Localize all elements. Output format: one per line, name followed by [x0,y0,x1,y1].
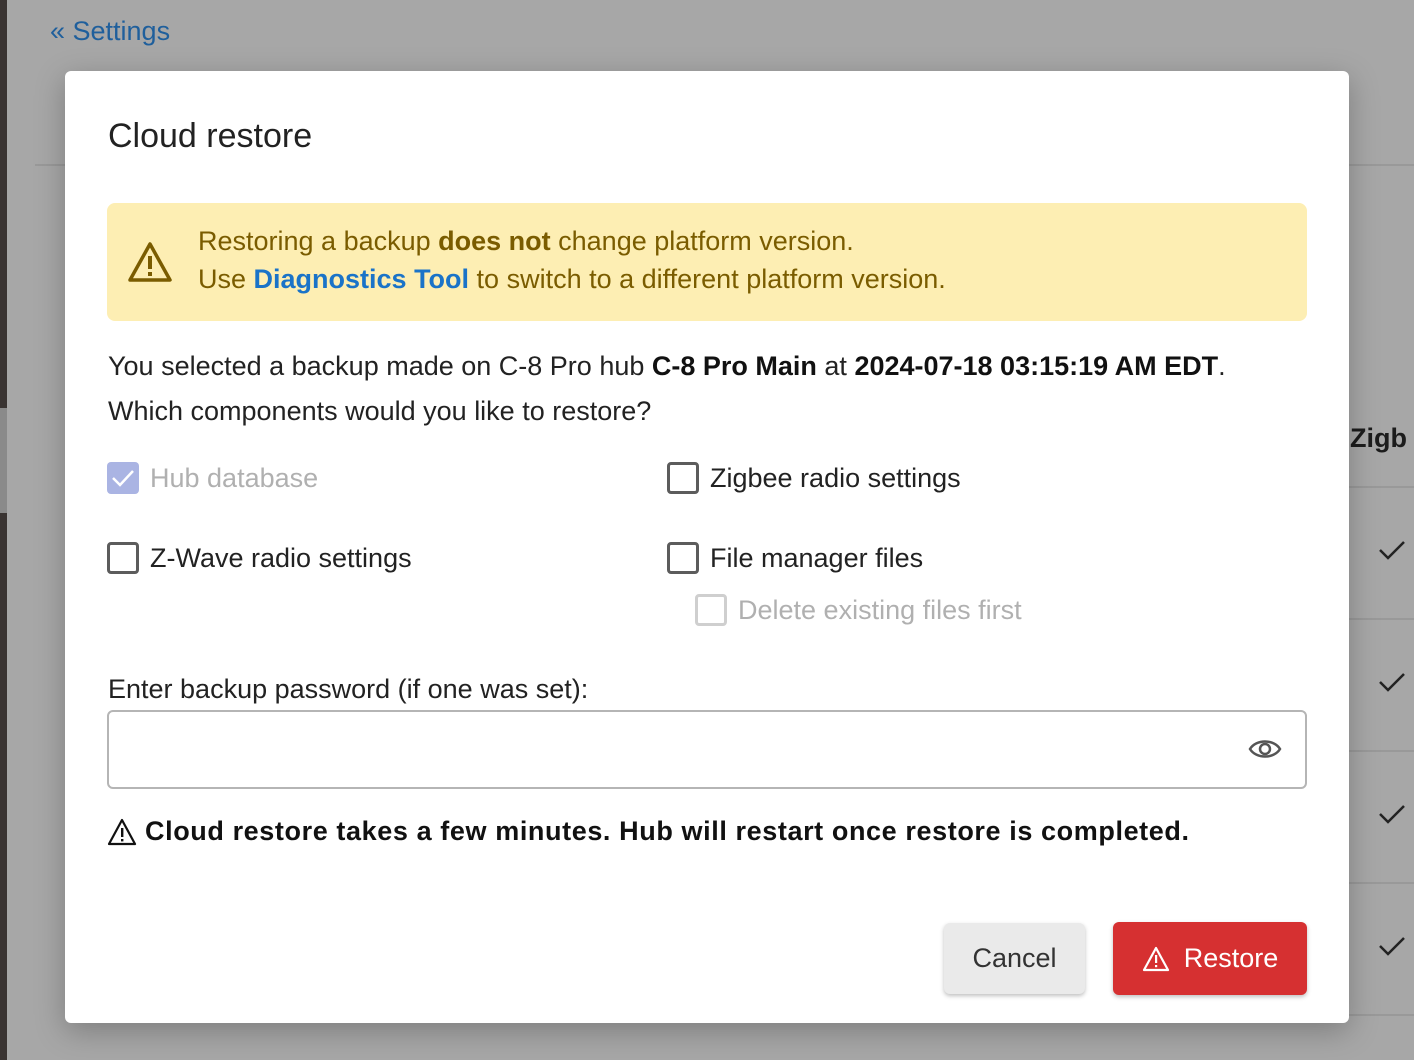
background-row-divider [1349,1014,1414,1016]
hub-name: C-8 Pro Main [651,351,817,381]
option-hub-database: Hub database [107,462,318,494]
zigbee-checkbox[interactable] [667,462,699,494]
background-row-divider [1349,750,1414,752]
background-left-strip [0,0,7,1060]
restore-button[interactable]: Restore [1113,922,1307,995]
back-to-settings-link[interactable]: « Settings [50,16,170,47]
warning-triangle-icon [107,818,137,845]
dialog-title: Cloud restore [108,117,313,155]
zwave-label[interactable]: Z-Wave radio settings [150,543,412,574]
cancel-button[interactable]: Cancel [944,923,1085,994]
backup-timestamp: 2024-07-18 03:15:19 AM EDT [854,351,1219,381]
password-label: Enter backup password (if one was set): [108,674,589,704]
check-icon [1379,805,1405,824]
hub-database-checkbox [107,462,139,494]
background-column-header: Zigb [1350,423,1407,453]
option-zigbee[interactable]: Zigbee radio settings [667,462,961,494]
check-icon [1379,541,1405,560]
file-manager-label[interactable]: File manager files [710,543,923,574]
file-manager-checkbox[interactable] [667,542,699,574]
restart-notice: Cloud restore takes a few minutes. Hub w… [107,816,1190,847]
diagnostics-tool-link[interactable]: Diagnostics Tool [254,264,470,294]
show-password-eye-icon[interactable] [1248,735,1282,763]
restore-question: Which components would you like to resto… [108,396,652,426]
background-row-divider [1349,882,1414,884]
alert-line-1: Restoring a backup does not change platf… [198,226,854,256]
restore-button-label[interactable]: Restore [1184,943,1279,974]
platform-version-alert: Restoring a backup does not change platf… [107,203,1307,321]
backup-summary: You selected a backup made on C-8 Pro hu… [108,351,1226,381]
backup-password-input[interactable] [107,710,1307,789]
option-delete-existing: Delete existing files first [695,594,1022,626]
zigbee-label[interactable]: Zigbee radio settings [710,463,961,494]
warning-icon [128,242,172,282]
option-zwave[interactable]: Z-Wave radio settings [107,542,412,574]
warning-triangle-icon [1142,946,1169,971]
zwave-checkbox[interactable] [107,542,139,574]
checkmark-icon [112,470,134,487]
alert-line-2: Use Diagnostics Tool to switch to a diff… [198,264,946,294]
check-icon [1379,937,1405,956]
hub-database-label: Hub database [150,462,319,493]
background-row-divider [1349,486,1414,488]
restart-notice-text: Cloud restore takes a few minutes. Hub w… [145,816,1190,846]
option-file-manager[interactable]: File manager files [667,542,923,574]
delete-existing-label: Delete existing files first [738,594,1022,625]
delete-existing-checkbox [695,594,727,626]
check-icon [1379,673,1405,692]
cloud-restore-dialog: Cloud restore Restoring a backup does no… [65,71,1349,1023]
background-row-divider [1349,618,1414,620]
